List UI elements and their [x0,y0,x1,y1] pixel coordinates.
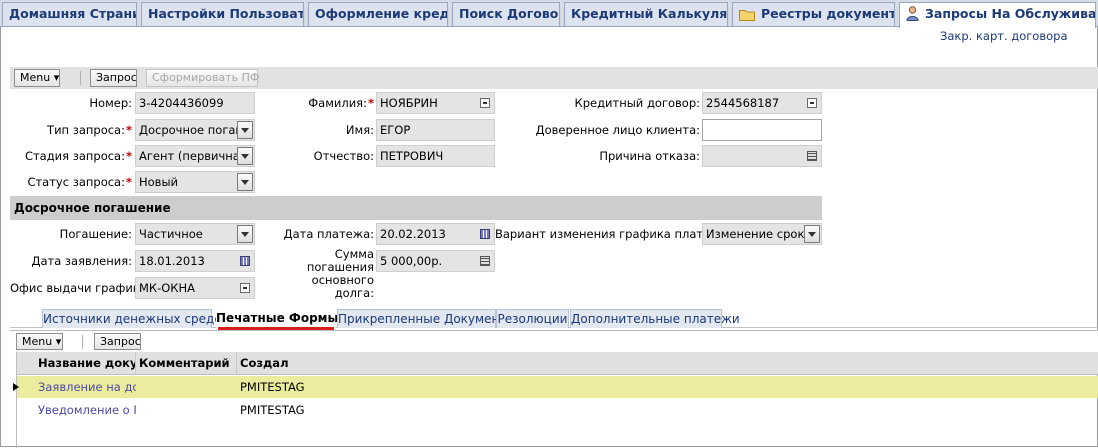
last-name-label: Фамилия:* [308,96,374,110]
repayment-select[interactable]: Частичное [135,223,255,245]
applet-toolbar: Menu ▾ Запрос [10,331,1098,352]
pick-icon[interactable] [480,98,490,108]
principal-amount-field[interactable]: 5 000,00р. [376,250,495,272]
generate-forms-button[interactable]: Сформировать ПФ [146,69,259,87]
cell-created-by: PMITESTAG [240,380,305,394]
rejection-reason-label: Причина отказа: [599,149,700,163]
tab-label: Кредитный Калькулятор [571,6,728,21]
pick-icon[interactable] [807,98,817,108]
calendar-icon[interactable] [240,256,250,266]
menu-button-label: Menu [20,71,51,84]
tab-document-registers[interactable]: Реестры документов [732,2,895,26]
schedule-change-select[interactable]: Изменение срока к [702,223,822,245]
tab-label: Реестры документов [761,6,894,21]
credit-contract-label: Кредитный договор: [574,96,700,110]
request-stage-label: Стадия запроса:* [24,149,132,163]
payment-date-label: Дата платежа: [283,227,374,241]
tab-service-requests[interactable]: Запросы На Обслуживание [899,2,1096,28]
applet-menu-button[interactable]: Menu ▾ [16,333,63,350]
request-type-label: Тип запроса:* [47,123,132,137]
trustee-input[interactable] [702,119,822,141]
tab-attached-documents[interactable]: Прикрепленные Документы [337,309,516,328]
middle-name-field[interactable]: ПЕТРОВИЧ [376,145,495,167]
print-forms-table: Название докум Комментарий Создал Заявле… [13,352,1098,448]
calendar-icon[interactable] [480,229,490,239]
toolbar-separator [80,71,81,85]
column-header-name[interactable]: Название докум [35,352,136,375]
tab-label: Оформление кредита [315,6,447,21]
principal-amount-label: Сумма погашения основного долга: [306,247,374,300]
repayment-label: Погашение: [59,227,132,241]
cell-document-name[interactable]: Уведомление о ПСК [35,399,136,421]
column-header-created-by[interactable]: Создал [237,352,437,375]
cell-comment [136,376,237,398]
last-name-field[interactable]: НОЯБРИН [376,92,495,114]
tab-label: Поиск Договора [459,6,559,21]
request-status-label: Статус запроса:* [27,175,132,189]
tab-contract-search[interactable]: Поиск Договора [452,2,560,26]
top-tab-bar: Домашняя Страница Настройки Пользователя… [0,0,1098,28]
form-toolbar: Menu ▾ Запрос Сформировать ПФ [10,67,1098,89]
table-row[interactable]: Уведомление о ПСК PMITESTAG [17,399,1098,421]
tab-resolutions[interactable]: Резолюции [496,309,569,328]
close-contract-card-link[interactable]: Закр. карт. договора [940,29,1068,43]
chevron-down-icon[interactable] [237,225,253,243]
cell-document-name[interactable]: Заявление на доср [35,376,136,398]
chevron-down-icon[interactable] [804,225,820,243]
schedule-office-label: Офис выдачи графика: [10,281,151,295]
calculator-icon[interactable] [480,256,490,266]
number-label: Номер: [89,96,132,110]
applet-menu-label: Menu [22,335,53,348]
tab-label: Запросы На Обслуживание [925,6,1096,21]
table-row[interactable]: Заявление на доср PMITESTAG [13,376,1098,398]
credit-contract-field[interactable]: 2544568187 [702,92,822,114]
table-header: Название докум Комментарий Создал [17,352,1098,375]
current-row-arrow-icon [11,376,21,398]
tab-user-settings[interactable]: Настройки Пользователя [141,2,304,26]
request-stage-select[interactable]: Агент (первичная [135,145,255,167]
tab-funding-sources[interactable]: Источники денежных средств [42,309,235,328]
payment-date-field[interactable]: 20.02.2013 [376,223,495,245]
chevron-down-icon[interactable] [237,147,253,165]
print-forms-applet: Menu ▾ Запрос Название докум Комментарий… [10,330,1098,448]
schedule-office-field[interactable]: МК-ОКНА [135,277,255,299]
pick-icon[interactable] [240,283,250,293]
rejection-reason-field[interactable] [702,145,822,167]
chevron-down-icon[interactable] [237,121,253,139]
tab-credit-application[interactable]: Оформление кредита [308,2,448,26]
user-icon [906,6,919,28]
chevron-down-icon[interactable] [237,173,253,191]
cell-created-by: PMITESTAG [240,403,305,417]
request-status-select[interactable]: Новый [135,171,255,193]
list-icon[interactable] [807,151,817,161]
applet-query-button[interactable]: Запрос [94,333,141,350]
tab-label: Домашняя Страница [9,6,136,21]
tab-label: Настройки Пользователя [148,6,304,21]
section-header: Досрочное погашение [10,196,822,220]
middle-name-label: Отчество: [313,149,374,163]
application-date-label: Дата заявления: [31,254,132,268]
tab-print-forms[interactable]: Печатные Формы [216,309,338,330]
tab-credit-calculator[interactable]: Кредитный Калькулятор [564,2,728,26]
tab-home[interactable]: Домашняя Страница [2,2,137,26]
column-header-comment[interactable]: Комментарий [136,352,237,375]
application-date-field[interactable]: 18.01.2013 [135,250,255,272]
schedule-change-label: Вариант изменения графика платежей: [495,227,739,241]
first-name-label: Имя: [345,123,374,137]
sub-tab-bar: Источники денежных средств Печатные Форм… [10,309,1098,330]
number-field[interactable]: 3-4204436099 [135,92,255,114]
toolbar-separator [82,335,83,349]
folder-icon [739,6,755,26]
trustee-label: Доверенное лицо клиента: [535,123,700,137]
tab-additional-payments[interactable]: Дополнительные платежи [570,309,740,328]
menu-button[interactable]: Menu ▾ [14,69,60,87]
request-type-select[interactable]: Досрочное погаш. [135,119,255,141]
query-button[interactable]: Запрос [90,69,137,87]
cell-comment [136,399,237,421]
first-name-field[interactable]: ЕГОР [376,119,495,141]
